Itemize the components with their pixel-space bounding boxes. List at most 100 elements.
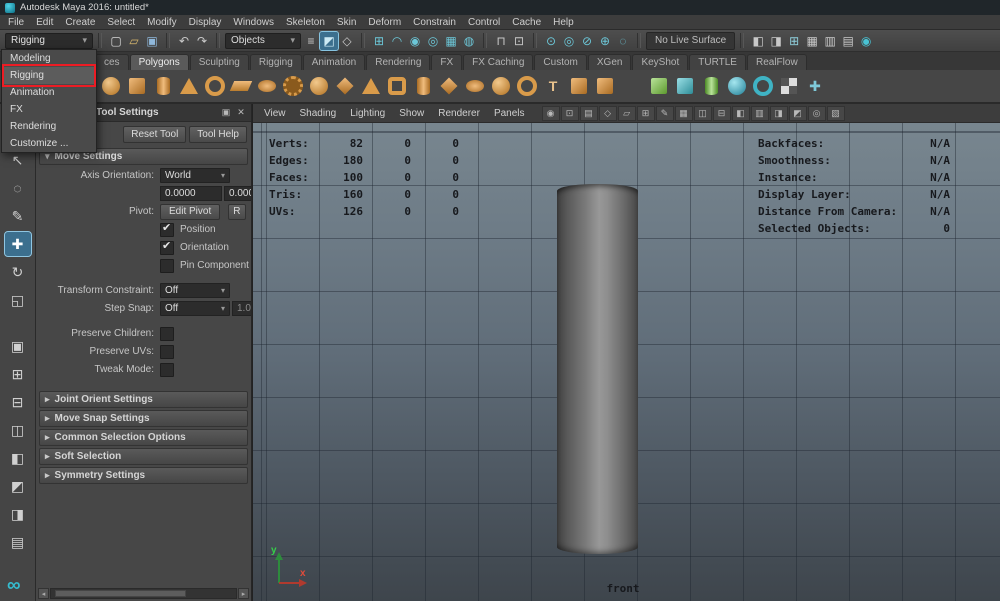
shelf-tab-xgen[interactable]: XGen bbox=[588, 54, 632, 70]
input-operations-icon[interactable]: ⊙ bbox=[542, 32, 560, 50]
scroll-right-icon[interactable] bbox=[238, 588, 249, 599]
poly-cube-icon[interactable] bbox=[125, 73, 149, 99]
gate-mask-icon[interactable]: ◧ bbox=[732, 106, 750, 121]
new-scene-icon[interactable]: ▢ bbox=[107, 32, 125, 50]
shelf-tab-polygons[interactable]: Polygons bbox=[130, 54, 189, 70]
undo-icon[interactable]: ↶ bbox=[175, 32, 193, 50]
shelf-tab-fx-caching[interactable]: FX Caching bbox=[463, 54, 533, 70]
outliner-persp-layout-icon[interactable]: ◩ bbox=[5, 474, 31, 498]
close-panel-icon[interactable] bbox=[235, 107, 247, 119]
soft-selection-section[interactable]: Soft Selection bbox=[39, 448, 248, 465]
menu-item[interactable]: Cache bbox=[506, 17, 547, 28]
shelf-tab-surfaces-partial[interactable]: ces bbox=[95, 54, 129, 70]
shelf-tab-keyshot[interactable]: KeyShot bbox=[632, 54, 688, 70]
joint-orient-settings-section[interactable]: Joint Orient Settings bbox=[39, 391, 248, 408]
scroll-left-icon[interactable] bbox=[38, 588, 49, 599]
menu-item[interactable]: Select bbox=[101, 17, 141, 28]
snap-to-projected-center-icon[interactable]: ◎ bbox=[424, 32, 442, 50]
lock-selection-icon[interactable]: ⊓ bbox=[492, 32, 510, 50]
viewport-menu-item[interactable]: Shading bbox=[293, 108, 344, 119]
channel-box-icon[interactable]: ▤ bbox=[839, 32, 857, 50]
film-gate-icon[interactable]: ◫ bbox=[694, 106, 712, 121]
axis-orientation-dropdown[interactable]: World bbox=[160, 168, 230, 183]
shelf-tab-rigging[interactable]: Rigging bbox=[250, 54, 302, 70]
poly-pyramid-icon[interactable] bbox=[359, 73, 383, 99]
viewport-canvas[interactable]: Verts:8200 Edges:18000 Faces:10000 Tris:… bbox=[253, 123, 1000, 601]
shelf-tab-custom[interactable]: Custom bbox=[534, 54, 586, 70]
menuset-option-animation[interactable]: Animation bbox=[2, 84, 96, 101]
menuset-option-customize[interactable]: Customize ... bbox=[2, 135, 96, 152]
character-counter-icon[interactable]: ⊞ bbox=[785, 32, 803, 50]
scale-tool-icon[interactable]: ◱ bbox=[5, 288, 31, 312]
preserve-children-checkbox[interactable] bbox=[160, 327, 174, 341]
menu-item[interactable]: Windows bbox=[227, 17, 280, 28]
move-x-field[interactable]: 0.0000 bbox=[160, 186, 222, 201]
construction-history-icon[interactable]: ⊘ bbox=[578, 32, 596, 50]
ipr-render-icon[interactable]: ◌ bbox=[614, 32, 632, 50]
poly-plane-icon[interactable] bbox=[229, 73, 253, 99]
uv-checker-icon[interactable] bbox=[777, 73, 801, 99]
smooth-icon[interactable] bbox=[647, 73, 671, 99]
scrollbar-track[interactable] bbox=[50, 588, 237, 599]
menuset-option-modeling[interactable]: Modeling bbox=[2, 50, 96, 67]
mirror-icon[interactable] bbox=[751, 73, 775, 99]
viewport-menu-item[interactable]: Lighting bbox=[343, 108, 392, 119]
pin-component-pivot-checkbox[interactable] bbox=[160, 259, 174, 273]
two-pane-stacked-layout-icon[interactable]: ⊟ bbox=[5, 390, 31, 414]
rotate-tool-icon[interactable]: ↻ bbox=[5, 260, 31, 284]
cylinder-object[interactable] bbox=[557, 184, 638, 554]
poly-soccer-ball-icon[interactable] bbox=[307, 73, 331, 99]
single-pane-layout-icon[interactable]: ▣ bbox=[5, 334, 31, 358]
viewport-menu-item[interactable]: Renderer bbox=[431, 108, 487, 119]
reset-pivot-button[interactable]: R bbox=[228, 204, 246, 220]
reset-tool-button[interactable]: Reset Tool bbox=[123, 126, 186, 143]
lock-camera-icon[interactable]: ⊡ bbox=[561, 106, 579, 121]
poly-combine-icon[interactable] bbox=[593, 73, 617, 99]
move-y-field[interactable]: 0.0000 bbox=[224, 186, 252, 201]
snap-to-curve-icon[interactable]: ◠ bbox=[388, 32, 406, 50]
menuset-option-rendering[interactable]: Rendering bbox=[2, 118, 96, 135]
render-icon[interactable]: ⊕ bbox=[596, 32, 614, 50]
menu-item[interactable]: Control bbox=[462, 17, 506, 28]
redo-icon[interactable]: ↷ bbox=[193, 32, 211, 50]
menu-item[interactable]: Constrain bbox=[407, 17, 462, 28]
safe-title-icon[interactable]: ◩ bbox=[789, 106, 807, 121]
selection-mask-dropdown[interactable]: Objects bbox=[225, 33, 301, 49]
edit-pivot-button[interactable]: Edit Pivot bbox=[160, 204, 220, 220]
grid-toggle-icon[interactable]: ▦ bbox=[675, 106, 693, 121]
symmetry-settings-section[interactable]: Symmetry Settings bbox=[39, 467, 248, 484]
two-pane-side-layout-icon[interactable]: ◫ bbox=[5, 418, 31, 442]
save-scene-icon[interactable]: ▣ bbox=[143, 32, 161, 50]
image-plane-icon[interactable]: ▱ bbox=[618, 106, 636, 121]
poly-gear-icon[interactable] bbox=[281, 73, 305, 99]
menuset-selector[interactable]: Rigging bbox=[5, 33, 93, 49]
lasso-tool-icon[interactable]: ◌ bbox=[5, 176, 31, 200]
pan-zoom-icon[interactable]: ⊞ bbox=[637, 106, 655, 121]
tool-settings-hscrollbar[interactable] bbox=[38, 588, 249, 599]
shelf-tab-animation[interactable]: Animation bbox=[303, 54, 365, 70]
resolution-gate-icon[interactable]: ⊟ bbox=[713, 106, 731, 121]
subdivide-icon[interactable] bbox=[673, 73, 697, 99]
snap-to-grid-icon[interactable]: ⊞ bbox=[370, 32, 388, 50]
workspace-globe-icon[interactable]: ◉ bbox=[857, 32, 875, 50]
menu-item[interactable]: Skeleton bbox=[280, 17, 331, 28]
three-pane-split-top-layout-icon[interactable]: ◧ bbox=[5, 446, 31, 470]
extrude-icon[interactable] bbox=[699, 73, 723, 99]
paint-selection-tool-icon[interactable]: ✎ bbox=[5, 204, 31, 228]
step-snap-dropdown[interactable]: Off bbox=[160, 301, 230, 316]
sidebar-toggle-right-icon[interactable]: ◨ bbox=[767, 32, 785, 50]
shelf-tab-fx[interactable]: FX bbox=[431, 54, 462, 70]
poly-ultra-shape-icon[interactable] bbox=[515, 73, 539, 99]
tool-settings-toggle-icon[interactable]: ▥ bbox=[821, 32, 839, 50]
poly-type-icon[interactable] bbox=[541, 73, 565, 99]
viewport-menu-item[interactable]: Panels bbox=[487, 108, 532, 119]
select-by-hierarchy-icon[interactable]: ≡ bbox=[302, 32, 320, 50]
move-tool-icon[interactable]: ✚ bbox=[5, 232, 31, 256]
select-camera-icon[interactable]: ◉ bbox=[542, 106, 560, 121]
preserve-uvs-checkbox[interactable] bbox=[160, 345, 174, 359]
field-chart-icon[interactable]: ▥ bbox=[751, 106, 769, 121]
poly-prism-icon[interactable] bbox=[437, 73, 461, 99]
poly-torus-icon[interactable] bbox=[203, 73, 227, 99]
menu-item[interactable]: Help bbox=[547, 17, 580, 28]
no-live-surface-field[interactable]: No Live Surface bbox=[646, 32, 735, 50]
